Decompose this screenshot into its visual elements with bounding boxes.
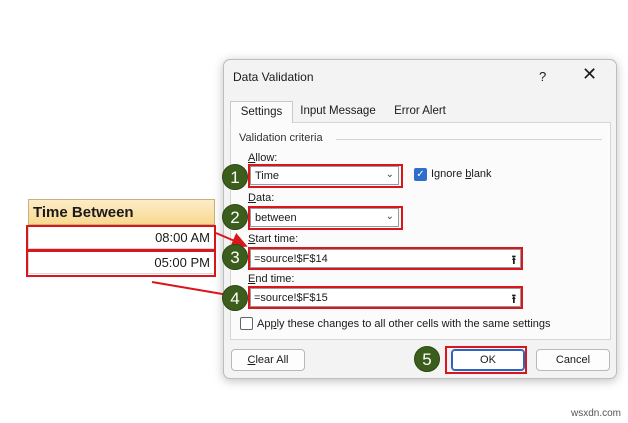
tab-settings[interactable]: Settings	[230, 101, 293, 123]
step-badge-5: 5	[414, 346, 440, 372]
step-badge-1: 1	[222, 164, 248, 190]
watermark: wsxdn.com	[571, 408, 622, 419]
step-badge-3: 3	[222, 244, 248, 270]
arrow-start	[215, 232, 248, 248]
step-badge-4: 4	[222, 285, 248, 311]
step-badge-2: 2	[222, 204, 248, 230]
annotation-arrows	[151, 232, 248, 303]
